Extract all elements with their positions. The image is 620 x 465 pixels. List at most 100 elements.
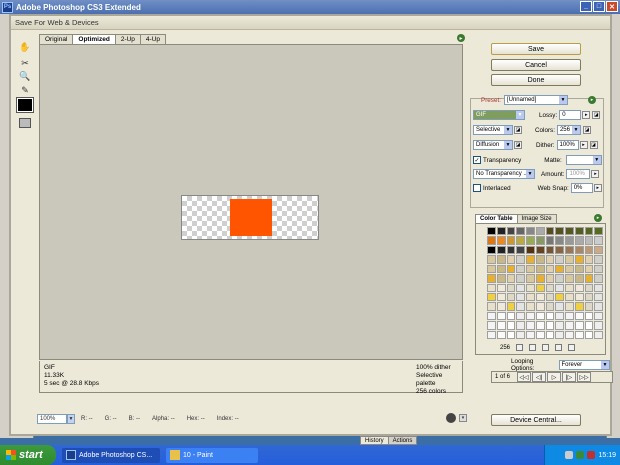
color-swatch[interactable] — [555, 255, 564, 264]
dither-amount-mask-icon[interactable]: ◪ — [589, 141, 598, 149]
tab-actions[interactable]: Actions — [387, 436, 418, 445]
color-swatch[interactable] — [574, 302, 584, 311]
transparency-checkbox[interactable]: ✓ — [473, 156, 481, 164]
color-swatch[interactable] — [565, 274, 574, 283]
color-swatch[interactable] — [545, 227, 555, 236]
color-swatch[interactable] — [584, 302, 594, 311]
color-swatch[interactable] — [535, 283, 545, 292]
lossy-field[interactable]: 0 — [559, 110, 582, 120]
color-swatch[interactable] — [594, 292, 603, 302]
color-swatch[interactable] — [506, 302, 516, 311]
color-swatch[interactable] — [584, 274, 594, 283]
color-swatch[interactable] — [584, 330, 594, 339]
color-swatch[interactable] — [565, 311, 574, 321]
color-swatch[interactable] — [555, 330, 564, 339]
colors-mask-icon[interactable]: ◪ — [582, 126, 591, 134]
color-swatch[interactable] — [516, 292, 525, 302]
tab-color-table[interactable]: Color Table — [475, 214, 518, 223]
lossy-mask-icon[interactable]: ◪ — [592, 111, 601, 119]
color-swatch[interactable] — [584, 236, 594, 245]
color-swatch[interactable] — [526, 330, 535, 339]
color-swatch[interactable] — [565, 283, 574, 292]
color-swatch[interactable] — [545, 330, 555, 339]
color-swatch[interactable] — [506, 321, 516, 330]
play-icon[interactable]: ▷ — [547, 372, 561, 382]
color-swatch[interactable] — [555, 264, 564, 274]
color-swatch[interactable] — [526, 255, 535, 264]
color-swatch[interactable] — [516, 311, 525, 321]
tab-2-up[interactable]: 2-Up — [114, 34, 141, 44]
tab-image-size[interactable]: Image Size — [516, 214, 557, 223]
color-swatch[interactable] — [545, 255, 555, 264]
preview-canvas[interactable] — [39, 44, 463, 360]
color-swatch-grid[interactable] — [487, 227, 603, 339]
preview-menu-arrow-icon[interactable]: ▸ — [457, 34, 465, 42]
color-swatch[interactable] — [565, 302, 574, 311]
color-swatch[interactable] — [584, 283, 594, 292]
color-swatch[interactable] — [594, 274, 603, 283]
matte-select[interactable]: ▼ — [565, 155, 602, 165]
done-button[interactable]: Done — [491, 74, 581, 86]
color-swatch[interactable] — [555, 274, 564, 283]
color-swatch[interactable] — [506, 227, 516, 236]
color-swatch[interactable] — [516, 302, 525, 311]
color-swatch[interactable] — [555, 302, 564, 311]
slice-select-tool-icon[interactable]: ✂ — [17, 58, 33, 71]
eyedropper-tool-icon[interactable]: ✎ — [17, 85, 33, 98]
color-swatch[interactable] — [535, 330, 545, 339]
color-swatch[interactable] — [496, 330, 506, 339]
color-swatch[interactable] — [535, 245, 545, 255]
hand-tool-icon[interactable]: ✋ — [17, 42, 33, 55]
color-swatch[interactable] — [555, 311, 564, 321]
last-frame-icon[interactable]: ▷▷ — [577, 372, 591, 382]
map-transparent-icon[interactable] — [516, 344, 524, 351]
color-swatch[interactable] — [487, 245, 496, 255]
color-swatch[interactable] — [496, 255, 506, 264]
color-swatch[interactable] — [526, 283, 535, 292]
device-central-button[interactable]: Device Central... — [491, 414, 581, 426]
first-frame-icon[interactable]: ◁◁ — [517, 372, 531, 382]
close-button[interactable]: ✕ — [606, 1, 618, 12]
zoom-tool-icon[interactable]: 🔍 — [17, 71, 33, 84]
color-swatch[interactable] — [574, 236, 584, 245]
looping-select[interactable]: Forever ▼ — [558, 360, 610, 370]
format-select[interactable]: GIF ▼ — [473, 110, 525, 120]
dither-field[interactable]: 100% — [556, 140, 579, 150]
zoom-field[interactable]: 100% — [37, 414, 67, 424]
color-swatch[interactable] — [496, 274, 506, 283]
color-swatch[interactable] — [516, 283, 525, 292]
websnap-arrow-icon[interactable]: ▸ — [593, 184, 602, 192]
color-swatch[interactable] — [584, 292, 594, 302]
color-swatch[interactable] — [574, 283, 584, 292]
color-swatch[interactable] — [516, 227, 525, 236]
color-swatch[interactable] — [565, 264, 574, 274]
color-swatch[interactable] — [535, 321, 545, 330]
start-button[interactable]: start — [0, 445, 56, 465]
color-swatch[interactable] — [487, 311, 496, 321]
tray-icon[interactable] — [587, 451, 596, 459]
color-swatch[interactable] — [555, 321, 564, 330]
color-swatch[interactable] — [555, 227, 564, 236]
color-swatch[interactable] — [545, 292, 555, 302]
reduction-select[interactable]: Selective ▼ — [473, 125, 513, 135]
new-color-icon[interactable] — [555, 344, 563, 351]
color-swatch[interactable] — [506, 283, 516, 292]
color-swatch[interactable] — [526, 245, 535, 255]
color-swatch[interactable] — [516, 264, 525, 274]
color-swatch[interactable] — [555, 292, 564, 302]
cancel-button[interactable]: Cancel — [491, 59, 581, 71]
websnap-field[interactable]: 0% — [570, 183, 593, 193]
color-swatch[interactable] — [487, 227, 496, 236]
color-swatch[interactable] — [545, 236, 555, 245]
colors-field[interactable]: 256 ▼ — [556, 125, 581, 135]
color-swatch[interactable] — [496, 245, 506, 255]
color-swatch[interactable] — [506, 245, 516, 255]
transparency-dither-select[interactable]: No Transparency ... ▼ — [473, 169, 535, 179]
color-swatch[interactable] — [526, 236, 535, 245]
color-swatch[interactable] — [487, 292, 496, 302]
color-swatch[interactable] — [584, 245, 594, 255]
color-swatch[interactable] — [594, 245, 603, 255]
eyedropper-color-swatch[interactable] — [16, 97, 34, 113]
delete-color-icon[interactable] — [568, 344, 576, 351]
dither-mask-icon[interactable]: ◪ — [514, 141, 522, 149]
